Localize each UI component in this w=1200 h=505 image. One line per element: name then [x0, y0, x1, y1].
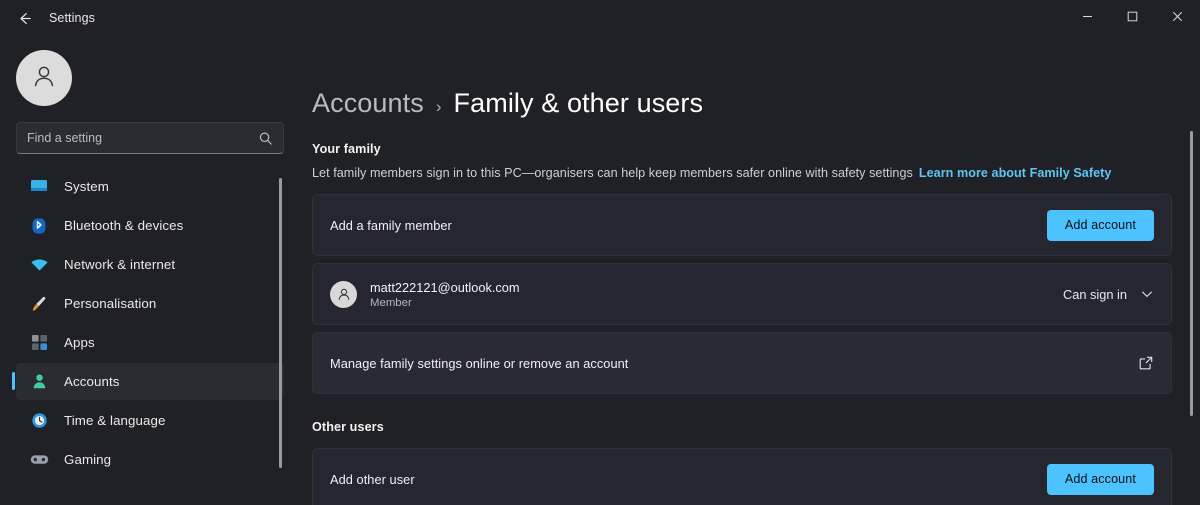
gamepad-icon	[28, 451, 50, 469]
account-role: Member	[370, 296, 412, 309]
maximize-icon	[1127, 9, 1138, 27]
sidebar-item-bluetooth-devices[interactable]: Bluetooth & devices	[16, 207, 284, 244]
add-other-user-label: Add other user	[330, 471, 415, 487]
sidebar-item-apps[interactable]: Apps	[16, 324, 284, 361]
window-body: System Bluetooth & devices	[0, 36, 1200, 505]
title-bar: Settings	[0, 0, 1200, 36]
family-safety-link[interactable]: Learn more about Family Safety	[919, 166, 1112, 180]
display-monitor-icon	[28, 178, 50, 196]
sidebar-item-label: Network & internet	[64, 257, 176, 272]
sidebar-item-label: Accounts	[64, 374, 120, 389]
description-text: Let family members sign in to this PC—or…	[312, 166, 913, 180]
sidebar-item-network-internet[interactable]: Network & internet	[16, 246, 284, 283]
main-inner: Accounts › Family & other users Your fam…	[312, 36, 1200, 505]
search-box[interactable]	[16, 122, 284, 154]
window-title: Settings	[49, 11, 95, 25]
window-controls	[1065, 0, 1200, 36]
external-link-icon	[1138, 355, 1154, 371]
person-avatar-icon	[29, 61, 59, 96]
sidebar: System Bluetooth & devices	[0, 36, 300, 505]
account-status-dropdown[interactable]: Can sign in	[1063, 287, 1154, 302]
add-other-account-button[interactable]: Add account	[1046, 463, 1154, 495]
account-email: matt222121@outlook.com	[370, 279, 520, 295]
add-other-user-card: Add other user Add account	[312, 448, 1172, 505]
close-button[interactable]	[1155, 0, 1200, 36]
manage-family-settings-label: Manage family settings online or remove …	[330, 355, 629, 371]
bluetooth-icon	[28, 217, 50, 235]
sidebar-item-label: Bluetooth & devices	[64, 218, 184, 233]
sidebar-item-time-language[interactable]: Time & language	[16, 402, 284, 439]
chevron-down-icon	[1140, 287, 1154, 301]
avatar[interactable]	[16, 50, 72, 106]
paintbrush-icon	[28, 295, 50, 313]
manage-family-settings-row[interactable]: Manage family settings online or remove …	[312, 332, 1172, 394]
wifi-icon	[28, 256, 50, 274]
clock-icon	[28, 412, 50, 430]
status-badge: Can sign in	[1062, 286, 1127, 302]
breadcrumb-root[interactable]: Accounts	[312, 88, 424, 119]
sidebar-scrollbar[interactable]	[279, 178, 282, 468]
sidebar-item-accounts[interactable]: Accounts	[12, 363, 284, 400]
close-icon	[1172, 9, 1183, 27]
add-family-member-label: Add a family member	[330, 217, 452, 233]
sidebar-item-label: Time & language	[64, 413, 166, 428]
sidebar-item-gaming[interactable]: Gaming	[16, 441, 284, 478]
person-avatar-icon	[330, 280, 357, 308]
sidebar-item-label: Apps	[64, 335, 95, 350]
sidebar-nav: System Bluetooth & devices Network & int…	[0, 168, 300, 505]
search-input[interactable]	[27, 131, 258, 145]
breadcrumb: Accounts › Family & other users	[312, 36, 1172, 119]
page-title: Family & other users	[453, 88, 704, 118]
sidebar-item-system[interactable]: System	[16, 168, 284, 205]
your-family-heading: Your family	[312, 142, 381, 156]
minimize-icon	[1082, 9, 1093, 27]
minimize-button[interactable]	[1065, 0, 1110, 36]
user-avatar-area	[0, 36, 300, 106]
breadcrumb-separator-icon: ›	[435, 97, 442, 116]
other-users-heading: Other users	[312, 420, 384, 434]
sidebar-item-personalisation[interactable]: Personalisation	[16, 285, 284, 322]
person-icon	[28, 373, 50, 391]
main-content: Accounts › Family & other users Your fam…	[300, 36, 1200, 505]
apps-grid-icon	[28, 334, 50, 352]
your-family-description: Let family members sign in to this PC—or…	[312, 166, 1172, 180]
settings-window: Settings Find a setting System Bluetooth…	[0, 0, 1200, 505]
add-family-account-button[interactable]: Add account	[1046, 209, 1154, 241]
sidebar-item-label: Personalisation	[64, 296, 157, 311]
back-button[interactable]	[2, 2, 46, 34]
sidebar-item-label: System	[64, 179, 109, 194]
main-scrollbar[interactable]	[1190, 131, 1193, 416]
sidebar-item-label: Gaming	[64, 452, 112, 467]
add-family-member-card: Add a family member Add account	[312, 194, 1172, 256]
arrow-left-icon	[16, 10, 33, 27]
search-area	[0, 106, 300, 154]
family-account-row[interactable]: matt222121@outlook.com Member Can sign i…	[312, 263, 1172, 325]
maximize-button[interactable]	[1110, 0, 1155, 36]
account-info: matt222121@outlook.com Member	[370, 280, 520, 309]
search-icon[interactable]	[258, 131, 273, 146]
